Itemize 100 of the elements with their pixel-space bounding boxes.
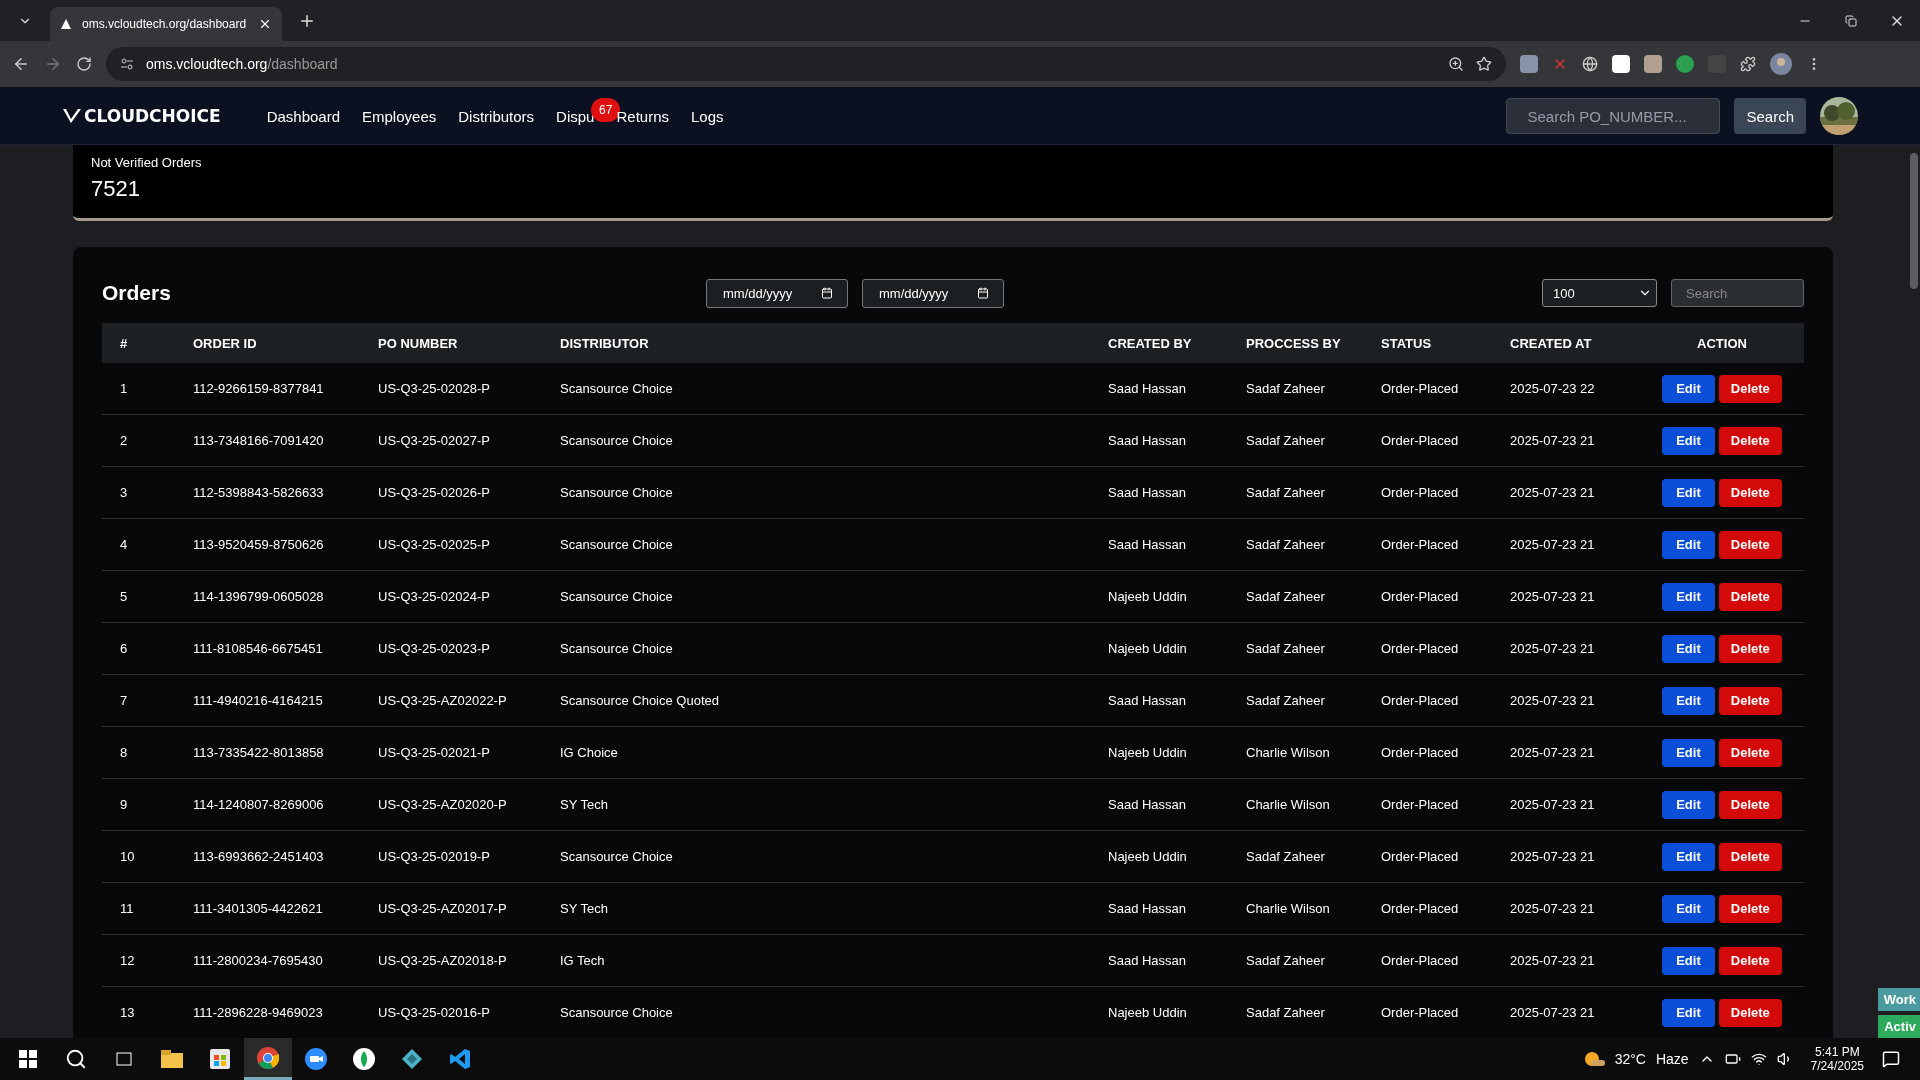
search-button[interactable]: Search xyxy=(1734,98,1806,134)
table-cell-text: US-Q3-25-02028-P xyxy=(378,381,491,396)
edit-button[interactable]: Edit xyxy=(1662,686,1715,715)
globe-icon[interactable] xyxy=(1582,56,1598,72)
table-cell-text: 2025-07-23 21 xyxy=(1510,537,1596,552)
edit-button[interactable]: Edit xyxy=(1662,426,1715,455)
table-cell-text: 5 xyxy=(119,589,129,604)
nav-link[interactable]: Logs xyxy=(691,107,724,125)
table-cell-text: Charlie Wilson xyxy=(1246,745,1331,760)
table-cell-text: Scansource Choice xyxy=(560,641,674,656)
table-cell-text: Scansource Choice xyxy=(560,589,674,604)
edit-button[interactable]: Edit xyxy=(1662,842,1715,871)
date-field[interactable]: mm/dd/yyyy xyxy=(706,278,848,308)
table-cell-text: 8 xyxy=(119,745,129,760)
table-cell-text: 7 xyxy=(119,693,129,708)
table-cell-text: US-Q3-25-02016-P xyxy=(378,1005,491,1020)
nav-link[interactable]: Distributors xyxy=(458,107,535,125)
edit-button[interactable]: Edit xyxy=(1662,738,1715,767)
plus-icon[interactable] xyxy=(298,12,316,30)
calendar-icon[interactable] xyxy=(821,287,833,299)
edit-button[interactable]: Edit xyxy=(1662,894,1715,923)
battery-icon[interactable] xyxy=(1724,1051,1741,1067)
delete-button[interactable]: Delete xyxy=(1718,426,1782,455)
edit-button[interactable]: Edit xyxy=(1662,790,1715,819)
table-cell-text: 3 xyxy=(119,485,129,500)
address-bar[interactable]: oms.vcloudtech.org/dashboard xyxy=(106,47,1506,81)
stat-label: Not Verified Orders xyxy=(91,155,203,170)
star-icon[interactable] xyxy=(1476,56,1492,72)
edit-button[interactable]: Edit xyxy=(1662,998,1715,1027)
table-cell-text: Saad Hassan xyxy=(1108,693,1188,708)
edit-button[interactable]: Edit xyxy=(1662,946,1715,975)
nav-link[interactable]: Dispu xyxy=(556,107,595,125)
table-cell-text: 2025-07-23 21 xyxy=(1510,953,1596,968)
delete-button[interactable]: Delete xyxy=(1718,686,1782,715)
table-cell-text: 112-9266159-8377841 xyxy=(193,381,325,396)
chrome-icon[interactable] xyxy=(244,1038,292,1080)
column-header: PO NUMBER xyxy=(378,335,458,351)
forward-icon[interactable] xyxy=(44,55,62,73)
delete-button[interactable]: Delete xyxy=(1718,998,1782,1027)
search-field[interactable]: Search PO_NUMBER... xyxy=(1506,98,1721,134)
restore-icon[interactable] xyxy=(1845,14,1857,27)
nav-link[interactable]: Returns xyxy=(616,107,669,125)
delete-button[interactable]: Delete xyxy=(1718,374,1782,403)
column-header: STATUS xyxy=(1381,335,1432,351)
edit-button[interactable]: Edit xyxy=(1662,478,1715,507)
table-cell-text: US-Q3-25-02021-P xyxy=(378,745,491,760)
back-icon[interactable] xyxy=(12,55,30,73)
delete-button[interactable]: Delete xyxy=(1718,790,1782,819)
search-field[interactable]: Search xyxy=(1671,279,1804,307)
table-cell-text: Sadaf Zaheer xyxy=(1246,433,1326,448)
nav-link[interactable]: Dashboard xyxy=(266,107,341,125)
delete-button[interactable]: Delete xyxy=(1718,582,1782,611)
page-size-select[interactable]: 100 xyxy=(1542,279,1657,307)
delete-button[interactable]: Delete xyxy=(1718,842,1782,871)
table-cell-text: US-Q3-25-AZ02018-P xyxy=(378,953,508,968)
table-cell-text: Order-Placed xyxy=(1381,381,1460,396)
table-cell-text: 113-7348166-7091420 xyxy=(193,433,325,448)
table-cell-text: 6 xyxy=(119,641,129,656)
scrollbar[interactable] xyxy=(1910,153,1918,289)
network-icon[interactable] xyxy=(1750,1051,1767,1067)
table-cell-text: Scansource Choice xyxy=(560,537,674,552)
delete-button[interactable]: Delete xyxy=(1718,478,1782,507)
site-icon xyxy=(60,18,72,30)
delete-button[interactable]: Delete xyxy=(1718,738,1782,767)
profile-avatar[interactable] xyxy=(1770,53,1792,75)
table-cell-text: Charlie Wilson xyxy=(1246,797,1331,812)
column-header: DISTRIBUTOR xyxy=(560,335,649,351)
table-cell-text: Sadaf Zaheer xyxy=(1246,381,1326,396)
close-icon[interactable] xyxy=(258,17,272,31)
edit-button[interactable]: Edit xyxy=(1662,582,1715,611)
table-cell-text: Sadaf Zaheer xyxy=(1246,1005,1326,1020)
table-cell-text: US-Q3-25-AZ02017-P xyxy=(378,901,508,916)
reload-icon[interactable] xyxy=(76,56,92,72)
edit-button[interactable]: Edit xyxy=(1662,374,1715,403)
browser-tab[interactable]: oms.vcloudtech.org/dashboard xyxy=(50,7,282,41)
table-cell-text: US-Q3-25-02024-P xyxy=(378,589,491,604)
site-info-icon[interactable] xyxy=(120,57,134,71)
zoom-icon[interactable] xyxy=(1448,56,1464,72)
delete-button[interactable]: Delete xyxy=(1718,946,1782,975)
table-cell-text: Saad Hassan xyxy=(1108,797,1188,812)
puzzle-icon[interactable] xyxy=(1740,56,1756,72)
table-cell-text: 2025-07-23 21 xyxy=(1510,1005,1596,1020)
delete-button[interactable]: Delete xyxy=(1718,634,1782,663)
clock[interactable]: 5:41 PM 7/24/2025 xyxy=(1810,1045,1864,1073)
table-cell-text: Order-Placed xyxy=(1381,693,1460,708)
notification-icon[interactable] xyxy=(1882,1050,1900,1068)
table-cell-text: Najeeb Uddin xyxy=(1108,745,1188,760)
weather-icon xyxy=(1582,1050,1605,1068)
stat-value: 7521 xyxy=(91,176,141,202)
table-cell-text: 2 xyxy=(119,433,129,448)
edit-button[interactable]: Edit xyxy=(1662,530,1715,559)
delete-button[interactable]: Delete xyxy=(1718,530,1782,559)
edit-button[interactable]: Edit xyxy=(1662,634,1715,663)
date-field[interactable]: mm/dd/yyyy xyxy=(862,278,1004,308)
calendar-icon[interactable] xyxy=(977,287,989,299)
brand-logo[interactable]: CLOUDCHOICE xyxy=(62,106,221,126)
table-cell-text: Najeeb Uddin xyxy=(1108,1005,1188,1020)
column-header: CREATED BY xyxy=(1108,335,1192,351)
delete-button[interactable]: Delete xyxy=(1718,894,1782,923)
nav-link[interactable]: Employees xyxy=(362,107,437,125)
